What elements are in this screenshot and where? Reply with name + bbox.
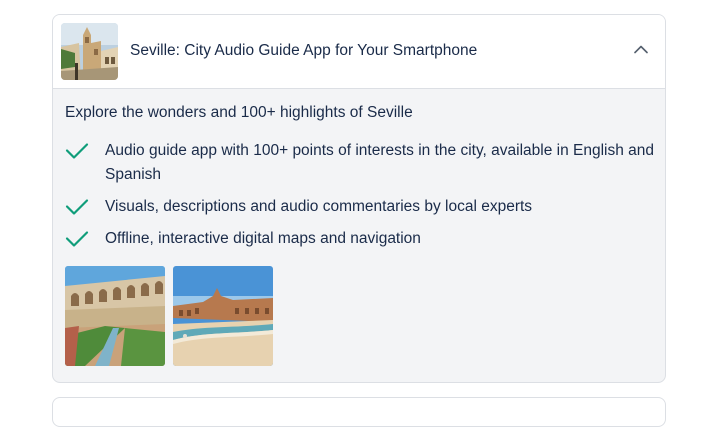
- photo-gallery: [65, 266, 273, 366]
- highlight-item: Audio guide app with 100+ points of inte…: [65, 139, 655, 187]
- card-intro: Explore the wonders and 100+ highlights …: [65, 104, 413, 121]
- chevron-up-icon[interactable]: [629, 38, 653, 62]
- check-icon: [65, 199, 89, 215]
- product-accordion-card: Seville: City Audio Guide App for Your S…: [52, 14, 666, 383]
- card-title: Seville: City Audio Guide App for Your S…: [130, 42, 478, 59]
- highlight-text: Visuals, descriptions and audio commenta…: [105, 198, 533, 215]
- alcazar-courtyard-photo[interactable]: [65, 266, 165, 366]
- highlight-item: Visuals, descriptions and audio commenta…: [65, 195, 655, 219]
- highlights-list: Audio guide app with 100+ points of inte…: [65, 139, 655, 259]
- check-icon: [65, 143, 89, 159]
- next-accordion-card[interactable]: [52, 397, 666, 427]
- product-thumbnail: [61, 23, 118, 80]
- highlight-text: Offline, interactive digital maps and na…: [105, 230, 421, 247]
- accordion-header[interactable]: Seville: City Audio Guide App for Your S…: [53, 15, 665, 89]
- highlight-item: Offline, interactive digital maps and na…: [65, 227, 655, 251]
- plaza-de-espana-photo[interactable]: [173, 266, 273, 366]
- highlight-text: Audio guide app with 100+ points of inte…: [105, 142, 655, 183]
- check-icon: [65, 231, 89, 247]
